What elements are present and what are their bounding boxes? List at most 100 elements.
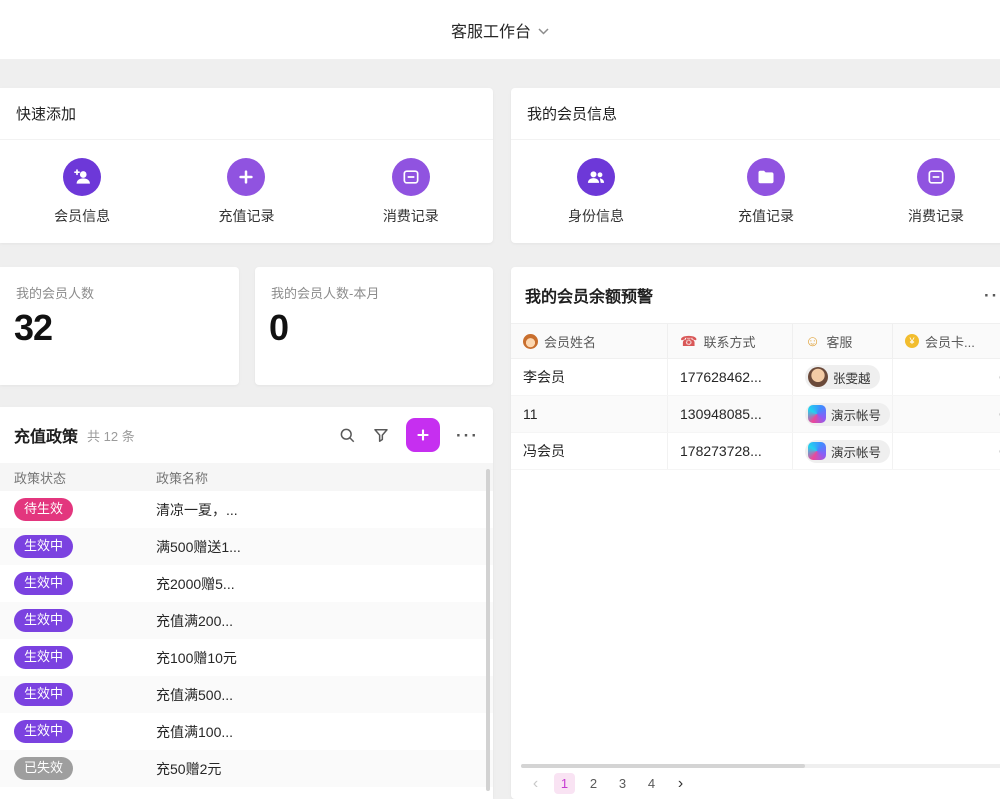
people-icon xyxy=(577,158,615,196)
shortcut-identity-info[interactable]: 身份信息 xyxy=(568,158,624,226)
policy-name: 充2000赠5... xyxy=(156,574,493,594)
top-bar: 客服工作台 xyxy=(0,0,1000,60)
agent-chip[interactable]: 张雯越 xyxy=(805,365,880,389)
folder-icon xyxy=(747,158,785,196)
stat-value: 32 xyxy=(0,302,239,349)
status-badge: 生效中 xyxy=(14,572,73,594)
table-row[interactable]: 生效中 充值满100... xyxy=(0,713,493,750)
horizontal-scrollbar[interactable] xyxy=(521,764,1000,768)
shortcut-member-info[interactable]: 会员信息 xyxy=(54,158,110,226)
policy-name: 清凉一夏，... xyxy=(156,500,493,520)
vertical-scrollbar[interactable] xyxy=(486,469,490,791)
policy-table-header: 政策状态 政策名称 xyxy=(0,463,493,491)
shortcut-label: 消费记录 xyxy=(383,206,439,226)
more-icon[interactable] xyxy=(984,287,1000,304)
member-phone: 130948085... xyxy=(668,396,793,432)
pagination: ‹ 1 2 3 4 › xyxy=(525,773,691,794)
stat-value: 0 xyxy=(255,302,493,349)
member-add-icon xyxy=(63,158,101,196)
agent-chip[interactable]: 演示帐号 xyxy=(805,440,890,463)
status-badge: 生效中 xyxy=(14,720,73,742)
shortcut-recharge-record[interactable]: 充值记录 xyxy=(218,158,274,226)
warning-table-header: 会员姓名 ☎ 联系方式 ☺ 客服 ¥ 会员卡... xyxy=(511,323,1000,359)
status-badge: 生效中 xyxy=(14,535,73,557)
smiley-icon: ☺ xyxy=(805,334,820,349)
policy-name: 满500赠送1... xyxy=(156,537,493,557)
pagination-page-1[interactable]: 1 xyxy=(554,773,575,794)
member-balance: 0 xyxy=(893,359,1000,395)
phone-icon: ☎ xyxy=(680,334,697,348)
agent-name: 演示帐号 xyxy=(831,442,881,461)
stat-card-members[interactable]: 我的会员人数 32 xyxy=(0,267,239,385)
table-row[interactable]: 生效中 充100赠10元 xyxy=(0,639,493,676)
quick-add-shortcuts: 会员信息 充值记录 消费记录 xyxy=(0,140,493,226)
member-balance: 0 xyxy=(893,433,1000,469)
warning-table-body: 李会员 177628462... 张雯越 0 11 130948085... 演… xyxy=(511,359,1000,470)
policy-name: 充值满100... xyxy=(156,722,493,742)
shortcut-label: 消费记录 xyxy=(908,206,964,226)
plus-icon xyxy=(227,158,265,196)
warning-card-header: 我的会员余额预警 xyxy=(511,267,1000,323)
policy-name: 充值满200... xyxy=(156,611,493,631)
shortcut-label: 身份信息 xyxy=(568,206,624,226)
member-balance: 0 xyxy=(893,396,1000,432)
table-row[interactable]: 冯会员 178273728... 演示帐号 0 xyxy=(511,433,1000,470)
table-row[interactable]: 待生效 清凉一夏，... xyxy=(0,491,493,528)
stat-label: 我的会员人数-本月 xyxy=(255,267,493,302)
table-row[interactable]: 生效中 充值满500... xyxy=(0,676,493,713)
table-row[interactable]: 生效中 充2000赠5... xyxy=(0,565,493,602)
more-icon[interactable] xyxy=(456,427,479,444)
shortcut-label: 充值记录 xyxy=(738,206,794,226)
policy-table-body: 待生效 清凉一夏，... 生效中 满500赠送1... 生效中 充2000赠5.… xyxy=(0,491,493,787)
column-label: 会员卡... xyxy=(925,332,975,351)
policy-name: 充值满500... xyxy=(156,685,493,705)
member-info-card: 我的会员信息 身份信息 充值记录 xyxy=(511,88,1000,243)
quick-add-card: 快速添加 会员信息 充值记录 xyxy=(0,88,493,243)
status-badge: 生效中 xyxy=(14,646,73,668)
table-row[interactable]: 李会员 177628462... 张雯越 0 xyxy=(511,359,1000,396)
person-icon xyxy=(523,334,538,349)
shortcut-consume-record[interactable]: 消费记录 xyxy=(383,158,439,226)
stat-card-members-month[interactable]: 我的会员人数-本月 0 xyxy=(255,267,493,385)
member-phone: 177628462... xyxy=(668,359,793,395)
table-row[interactable]: 生效中 满500赠送1... xyxy=(0,528,493,565)
page-title[interactable]: 客服工作台 xyxy=(451,18,531,42)
column-header-name[interactable]: 政策名称 xyxy=(156,468,493,487)
column-header-card-balance[interactable]: ¥ 会员卡... xyxy=(893,324,1000,358)
column-header-status[interactable]: 政策状态 xyxy=(0,468,156,487)
table-row[interactable]: 已失效 充50赠2元 xyxy=(0,750,493,787)
column-label: 会员姓名 xyxy=(544,332,596,351)
agent-chip[interactable]: 演示帐号 xyxy=(805,403,890,426)
agent-name: 张雯越 xyxy=(833,368,871,387)
pagination-page-2[interactable]: 2 xyxy=(583,773,604,794)
table-row[interactable]: 生效中 充值满200... xyxy=(0,602,493,639)
filter-icon[interactable] xyxy=(372,426,390,444)
member-name: 11 xyxy=(511,396,668,432)
pagination-page-4[interactable]: 4 xyxy=(641,773,662,794)
policy-name: 充100赠10元 xyxy=(156,648,493,668)
pagination-prev-icon[interactable]: ‹ xyxy=(525,773,546,794)
member-info-shortcuts: 身份信息 充值记录 消费记录 xyxy=(511,140,1000,226)
pagination-next-icon[interactable]: › xyxy=(670,773,691,794)
demo-account-logo xyxy=(808,442,826,460)
member-name: 李会员 xyxy=(511,359,668,395)
pagination-page-3[interactable]: 3 xyxy=(612,773,633,794)
policy-count: 共 12 条 xyxy=(87,426,135,445)
status-badge: 待生效 xyxy=(14,498,73,520)
column-label: 客服 xyxy=(826,332,852,351)
horizontal-scrollbar-thumb[interactable] xyxy=(521,764,805,768)
recharge-policy-card: 充值政策 共 12 条 政策状态 政策名称 xyxy=(0,407,493,799)
column-header-member-name[interactable]: 会员姓名 xyxy=(511,324,668,358)
member-info-title: 我的会员信息 xyxy=(511,88,1000,140)
search-icon[interactable] xyxy=(338,426,356,444)
shortcut-consume-record[interactable]: 消费记录 xyxy=(908,158,964,226)
column-header-phone[interactable]: ☎ 联系方式 xyxy=(668,324,793,358)
add-record-button[interactable] xyxy=(406,418,440,452)
table-row[interactable]: 11 130948085... 演示帐号 0 xyxy=(511,396,1000,433)
card-icon xyxy=(917,158,955,196)
column-header-agent[interactable]: ☺ 客服 xyxy=(793,324,893,358)
status-badge: 生效中 xyxy=(14,683,73,705)
shortcut-recharge-record[interactable]: 充值记录 xyxy=(738,158,794,226)
balance-warning-card: 我的会员余额预警 会员姓名 ☎ 联系方式 ☺ 客服 ¥ 会员卡... 李会员 1… xyxy=(511,267,1000,799)
chevron-down-icon[interactable] xyxy=(538,28,549,35)
